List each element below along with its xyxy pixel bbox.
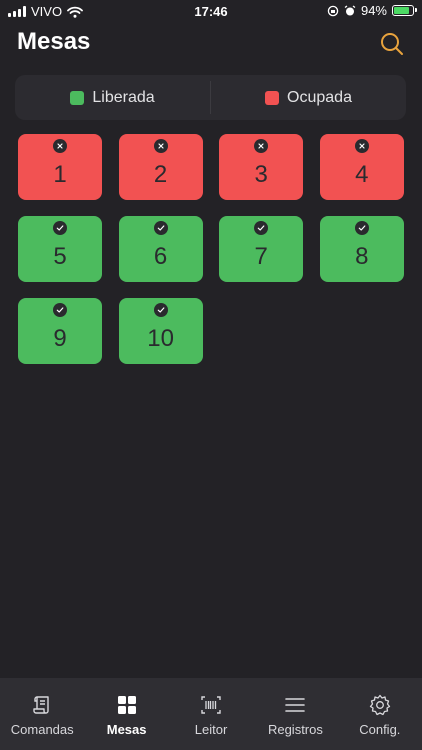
legend-free: Liberada — [15, 75, 210, 120]
table-number: 8 — [355, 243, 369, 270]
tab-leitor[interactable]: Leitor — [169, 678, 253, 750]
x-icon — [254, 139, 269, 153]
orientation-lock-icon — [327, 5, 339, 16]
search-button[interactable] — [379, 31, 405, 57]
page-title: Mesas — [17, 28, 91, 55]
tab-comandas-label: Comandas — [10, 722, 74, 737]
tab-mesas-label: Mesas — [106, 722, 147, 737]
table-number: 2 — [153, 161, 168, 188]
table-card[interactable]: 6 — [118, 216, 203, 282]
tab-config[interactable]: Config. — [338, 678, 422, 750]
legend-occupied: Ocupada — [211, 75, 406, 120]
x-icon — [354, 139, 369, 153]
check-icon — [354, 221, 369, 235]
check-icon — [53, 303, 67, 317]
free-swatch — [70, 90, 85, 105]
table-number: 1 — [53, 161, 67, 188]
search-icon — [381, 33, 403, 55]
check-icon — [254, 221, 269, 235]
tab-registros[interactable]: Registros — [253, 678, 337, 750]
tab-bar: Comandas Mesas Leitor Registros Config. — [0, 678, 422, 750]
x-icon — [153, 139, 168, 153]
table-card[interactable]: 4 — [319, 134, 404, 200]
legend-free-label: Liberada — [92, 88, 155, 106]
scroll-icon — [33, 696, 49, 714]
table-card[interactable]: 2 — [118, 134, 203, 200]
table-number: 9 — [53, 325, 67, 352]
status-bar: VIVO 17:46 94% — [0, 0, 422, 22]
x-icon — [53, 139, 67, 153]
occupied-swatch — [265, 90, 280, 105]
tab-leitor-label: Leitor — [194, 722, 228, 737]
table-number: 4 — [355, 161, 369, 188]
tab-config-label: Config. — [359, 722, 401, 737]
status-right: 94% — [327, 3, 417, 18]
table-number: 7 — [254, 243, 268, 270]
table-card[interactable]: 9 — [18, 298, 102, 364]
barcode-icon — [201, 696, 221, 714]
table-number: 3 — [254, 161, 268, 188]
list-icon — [285, 698, 306, 712]
check-icon — [53, 221, 67, 235]
battery-icon — [392, 5, 417, 16]
status-legend: Liberada Ocupada — [15, 75, 406, 120]
table-number: 10 — [147, 325, 174, 352]
grid-icon — [117, 696, 136, 714]
table-card[interactable]: 7 — [219, 216, 304, 282]
tables-grid: 1 2 3 4 5 6 7 8 9 10 — [18, 134, 404, 364]
table-card[interactable]: 10 — [118, 298, 203, 364]
battery-fill — [394, 7, 410, 14]
tab-comandas[interactable]: Comandas — [0, 678, 84, 750]
legend-occupied-label: Ocupada — [287, 88, 352, 106]
table-card[interactable]: 1 — [18, 134, 102, 200]
table-number: 6 — [153, 243, 168, 270]
battery-percent: 94% — [360, 3, 387, 18]
tab-registros-label: Registros — [267, 722, 323, 737]
table-card[interactable]: 3 — [219, 134, 304, 200]
table-card[interactable]: 5 — [18, 216, 102, 282]
alarm-icon — [344, 4, 356, 15]
tab-mesas[interactable]: Mesas — [84, 678, 168, 750]
check-icon — [153, 221, 168, 235]
table-card[interactable]: 8 — [319, 216, 404, 282]
table-number: 5 — [53, 243, 67, 270]
check-icon — [153, 303, 168, 317]
gear-icon — [369, 694, 390, 716]
